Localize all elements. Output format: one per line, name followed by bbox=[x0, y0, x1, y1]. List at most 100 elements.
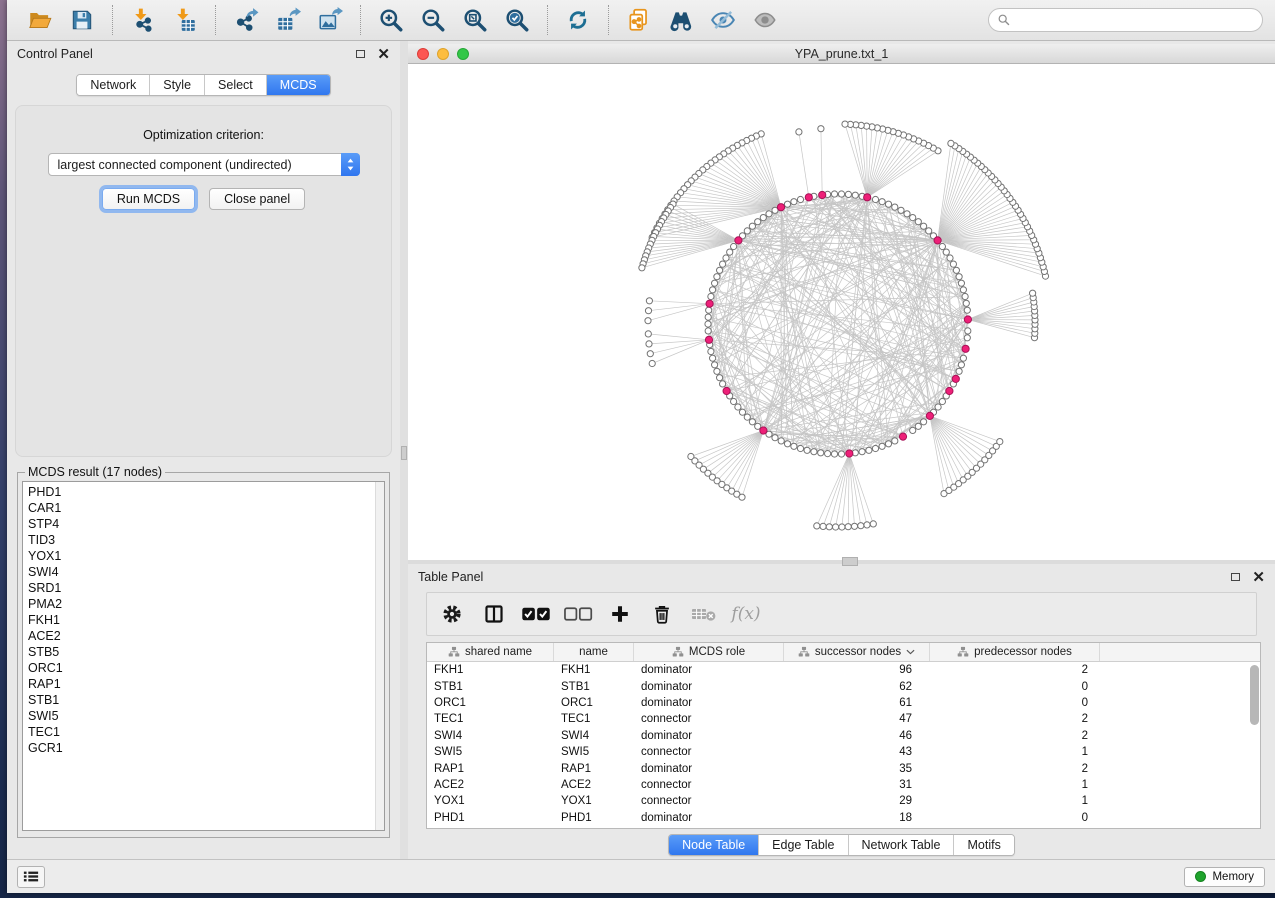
close-panel-button[interactable]: Close panel bbox=[209, 188, 305, 210]
import-table-icon[interactable] bbox=[169, 4, 201, 36]
column-header-predecessor-nodes[interactable]: predecessor nodes bbox=[930, 643, 1100, 661]
table-row[interactable]: RAP1RAP1dominator352 bbox=[427, 760, 1260, 776]
cell-name: ORC1 bbox=[554, 697, 634, 709]
list-item[interactable]: STP4 bbox=[28, 516, 384, 532]
list-item[interactable]: TID3 bbox=[28, 532, 384, 548]
list-item[interactable]: CAR1 bbox=[28, 500, 384, 516]
table-row[interactable]: SWI4SWI4dominator462 bbox=[427, 728, 1260, 744]
cell-name: SWI5 bbox=[554, 746, 634, 758]
list-item[interactable]: YOX1 bbox=[28, 548, 384, 564]
list-item[interactable]: SWI4 bbox=[28, 564, 384, 580]
table-row[interactable]: ORC1ORC1dominator610 bbox=[427, 695, 1260, 711]
mcds-result-scrollbar[interactable] bbox=[375, 482, 384, 830]
close-table-panel-icon[interactable]: ✕ bbox=[1252, 570, 1265, 585]
table-settings-icon[interactable] bbox=[435, 598, 469, 630]
mcds-result-list[interactable]: PHD1CAR1STP4TID3YOX1SWI4SRD1PMA2FKH1ACE2… bbox=[22, 481, 385, 831]
list-item[interactable]: PMA2 bbox=[28, 596, 384, 612]
tab-network[interactable]: Network bbox=[77, 75, 149, 95]
run-mcds-button[interactable]: Run MCDS bbox=[102, 188, 195, 210]
export-image-icon[interactable] bbox=[314, 4, 346, 36]
list-item[interactable]: ORC1 bbox=[28, 660, 384, 676]
deselect-all-rows-icon[interactable] bbox=[561, 598, 595, 630]
list-item[interactable]: PHD1 bbox=[28, 484, 384, 500]
select-all-rows-icon[interactable] bbox=[519, 598, 553, 630]
tab-edge-table[interactable]: Edge Table bbox=[758, 835, 847, 855]
column-header-mcds-role[interactable]: MCDS role bbox=[634, 643, 784, 661]
clone-network-icon[interactable] bbox=[623, 4, 655, 36]
horizontal-splitter-handle[interactable] bbox=[842, 557, 858, 566]
cell-mcds-role: connector bbox=[634, 746, 784, 758]
memory-button[interactable]: Memory bbox=[1184, 867, 1265, 887]
column-label: shared name bbox=[465, 646, 532, 658]
optimization-criterion-select[interactable]: largest connected component (undirected) bbox=[48, 153, 360, 176]
list-item[interactable]: SWI5 bbox=[28, 708, 384, 724]
float-panel-icon[interactable] bbox=[356, 50, 365, 58]
cell-shared-name: TEC1 bbox=[427, 713, 554, 725]
open-file-icon[interactable] bbox=[24, 4, 56, 36]
list-item[interactable]: ACE2 bbox=[28, 628, 384, 644]
list-item[interactable]: GCR1 bbox=[28, 740, 384, 756]
table-row[interactable]: YOX1YOX1connector291 bbox=[427, 793, 1260, 809]
network-canvas[interactable] bbox=[408, 64, 1275, 560]
toggle-columns-icon[interactable] bbox=[477, 598, 511, 630]
save-session-icon[interactable] bbox=[66, 4, 98, 36]
zoom-in-icon[interactable] bbox=[375, 4, 407, 36]
table-scrollbar[interactable] bbox=[1250, 665, 1259, 725]
export-network-icon[interactable] bbox=[230, 4, 262, 36]
cell-mcds-role: dominator bbox=[634, 812, 784, 824]
float-table-panel-icon[interactable] bbox=[1231, 573, 1240, 581]
list-item[interactable]: STB5 bbox=[28, 644, 384, 660]
search-input[interactable] bbox=[1016, 13, 1254, 27]
cell-successor-nodes: 43 bbox=[784, 746, 930, 758]
list-item[interactable]: FKH1 bbox=[28, 612, 384, 628]
refresh-layout-icon[interactable] bbox=[562, 4, 594, 36]
table-row[interactable]: ACE2ACE2connector311 bbox=[427, 777, 1260, 793]
list-item[interactable]: RAP1 bbox=[28, 676, 384, 692]
cell-shared-name: ORC1 bbox=[427, 697, 554, 709]
control-panel-tabs: NetworkStyleSelectMCDS bbox=[7, 74, 400, 96]
column-header-shared-name[interactable]: shared name bbox=[427, 643, 554, 661]
zoom-selected-icon[interactable] bbox=[501, 4, 533, 36]
add-row-icon[interactable] bbox=[603, 598, 637, 630]
zoom-fit-icon[interactable] bbox=[459, 4, 491, 36]
task-history-button[interactable] bbox=[17, 866, 45, 888]
cell-predecessor-nodes: 1 bbox=[930, 795, 1100, 807]
list-item[interactable]: TEC1 bbox=[28, 724, 384, 740]
vertical-splitter[interactable] bbox=[400, 41, 408, 859]
table-panel: Table Panel ✕ f(x) shared namenameMCDS r… bbox=[408, 564, 1275, 859]
list-item[interactable]: SRD1 bbox=[28, 580, 384, 596]
vertical-splitter-handle[interactable] bbox=[401, 446, 407, 460]
node-table[interactable]: shared name nameMCDS rolesuccessor nodesp… bbox=[426, 642, 1261, 829]
find-icon[interactable] bbox=[665, 4, 697, 36]
close-panel-icon[interactable]: ✕ bbox=[377, 47, 390, 62]
delete-rows-icon[interactable] bbox=[645, 598, 679, 630]
cell-name: PHD1 bbox=[554, 812, 634, 824]
table-header-row: shared name nameMCDS rolesuccessor nodesp… bbox=[427, 643, 1260, 662]
table-row[interactable]: TEC1TEC1connector472 bbox=[427, 711, 1260, 727]
table-row[interactable]: SWI5SWI5connector431 bbox=[427, 744, 1260, 760]
tab-select[interactable]: Select bbox=[204, 75, 266, 95]
horizontal-splitter[interactable] bbox=[408, 560, 1275, 564]
table-row[interactable]: STB1STB1dominator620 bbox=[427, 678, 1260, 694]
tab-motifs[interactable]: Motifs bbox=[953, 835, 1013, 855]
table-row[interactable]: PHD1PHD1dominator180 bbox=[427, 810, 1260, 826]
search-box[interactable] bbox=[988, 8, 1263, 32]
tab-mcds[interactable]: MCDS bbox=[266, 75, 330, 95]
export-table-icon[interactable] bbox=[272, 4, 304, 36]
cell-successor-nodes: 61 bbox=[784, 697, 930, 709]
hide-graphics-details-icon[interactable] bbox=[707, 4, 739, 36]
column-header-successor-nodes[interactable]: successor nodes bbox=[784, 643, 930, 661]
toolbar-separator bbox=[215, 5, 216, 35]
cell-name: FKH1 bbox=[554, 664, 634, 676]
zoom-out-icon[interactable] bbox=[417, 4, 449, 36]
import-network-icon[interactable] bbox=[127, 4, 159, 36]
tab-network-table[interactable]: Network Table bbox=[848, 835, 954, 855]
table-toolbar: f(x) bbox=[426, 592, 1257, 636]
tab-node-table[interactable]: Node Table bbox=[669, 835, 758, 855]
network-graph[interactable] bbox=[408, 64, 1275, 560]
tab-style[interactable]: Style bbox=[149, 75, 204, 95]
table-row[interactable]: FKH1FKH1dominator962 bbox=[427, 662, 1260, 678]
list-item[interactable]: STB1 bbox=[28, 692, 384, 708]
cell-successor-nodes: 62 bbox=[784, 681, 930, 693]
column-header-name[interactable]: name bbox=[554, 643, 634, 661]
